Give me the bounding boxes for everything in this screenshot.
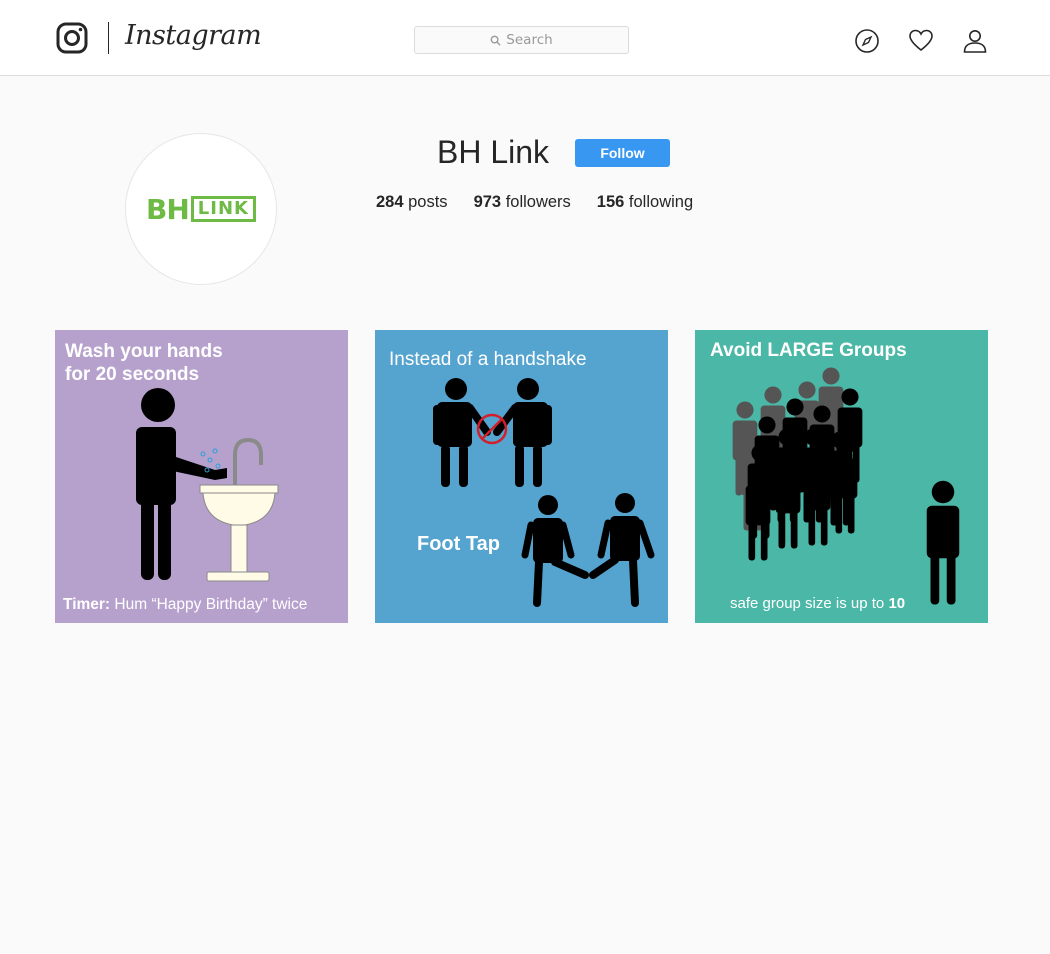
post-tile-foot-tap[interactable]: Instead of a handshake Foot Tap [375, 330, 668, 623]
instagram-glyph-icon[interactable] [56, 22, 88, 54]
post-title-line2: for 20 seconds [65, 364, 200, 385]
following-count: 156 [596, 193, 625, 211]
profile-username: BH Link [437, 134, 550, 170]
compass-icon[interactable] [854, 28, 880, 54]
search-placeholder: Search [506, 32, 553, 48]
search-icon [490, 35, 501, 46]
post-tile-wash-hands[interactable]: Wash your hands for 20 seconds Timer: Hu… [55, 330, 348, 623]
posts-stat: 284 posts [376, 193, 448, 212]
posts-count: 284 [376, 193, 404, 211]
bh-link-logo: BH LINK [146, 193, 256, 226]
post-footer-bold: Timer: [63, 596, 111, 613]
post-title: Instead of a handshake [389, 349, 587, 370]
instagram-wordmark[interactable]: Instagram [125, 20, 262, 51]
follow-button[interactable]: Follow [575, 139, 670, 167]
crowd-illustration [732, 367, 960, 605]
post-footer: safe group size is up to 10 [730, 595, 905, 612]
post-tile-avoid-groups[interactable]: Avoid LARGE Groups safe group size is up… [695, 330, 988, 623]
followers-count: 973 [473, 193, 502, 211]
logo-part-link: LINK [190, 196, 256, 222]
posts-label: posts [408, 193, 448, 211]
foot-tap-illustration [433, 378, 655, 607]
search-input[interactable]: Search [414, 26, 629, 54]
post-title: Avoid LARGE Groups [710, 340, 907, 361]
profile-stats: 284 posts 973 followers 156 following [376, 193, 719, 212]
post-footer-bold: 10 [888, 595, 906, 612]
header-divider [108, 22, 109, 54]
logo-part-bh: BH [146, 192, 190, 226]
post-subtitle: Foot Tap [417, 533, 500, 555]
user-icon[interactable] [962, 28, 988, 54]
post-footer-text: Hum “Happy Birthday” twice [114, 596, 308, 613]
following-stat[interactable]: 156 following [597, 193, 693, 212]
post-title-line1: Wash your hands [65, 341, 223, 362]
followers-label: followers [505, 193, 571, 211]
followers-stat[interactable]: 973 followers [474, 193, 571, 212]
profile-avatar[interactable]: BH LINK [125, 133, 277, 285]
top-nav: Instagram Search [0, 0, 1050, 76]
heart-icon[interactable] [908, 28, 934, 54]
following-label: following [628, 193, 694, 211]
post-footer: Timer: Hum “Happy Birthday” twice [63, 596, 307, 614]
post-footer-text: safe group size is up to [730, 595, 885, 612]
post-title: Wash your hands for 20 seconds [65, 340, 223, 386]
